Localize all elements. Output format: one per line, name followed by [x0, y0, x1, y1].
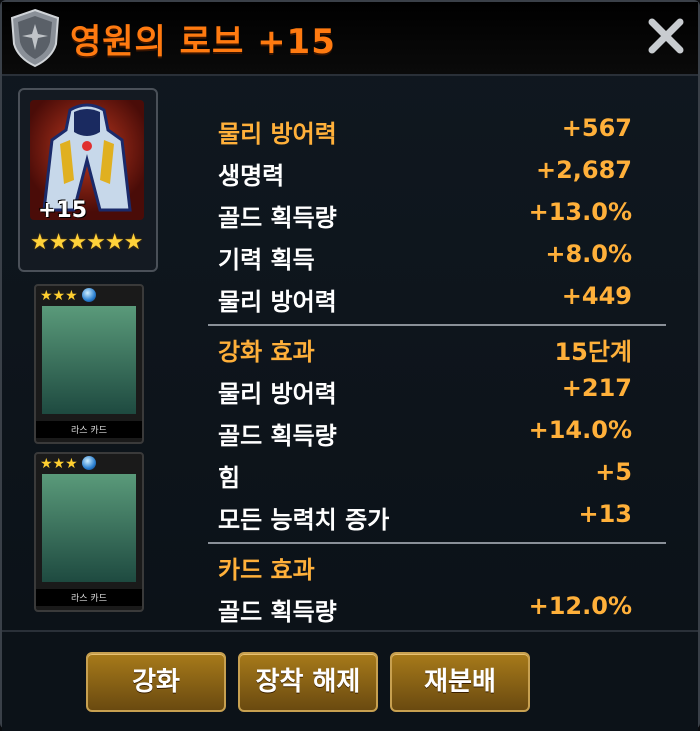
stat-value: +217: [561, 374, 632, 402]
stat-row: 골드 획득량 +13.0%: [218, 198, 632, 234]
redistribute-button[interactable]: 재분배: [390, 652, 530, 712]
stat-label: 모든 능력치 증가: [218, 506, 390, 534]
stat-row: 힘 +5: [218, 458, 632, 494]
button-bar: 강화 장착 해제 재분배: [2, 630, 698, 731]
card-label: 라스 카드: [36, 421, 142, 438]
stat-value: +2,687: [535, 156, 632, 184]
stat-label: 물리 방어력: [218, 380, 337, 408]
enhance-button[interactable]: 강화: [86, 652, 226, 712]
stat-label: 강화 효과: [218, 338, 315, 366]
stat-value: +12.0%: [528, 592, 632, 620]
stat-label: 골드 획득량: [218, 422, 337, 450]
stat-row: 골드 획득량 +14.0%: [218, 416, 632, 452]
stat-row: 생명력 +2,687: [218, 156, 632, 192]
stat-value: +567: [561, 114, 632, 142]
card-label: 라스 카드: [36, 589, 142, 606]
stat-label: 골드 획득량: [218, 598, 337, 626]
stat-label: 물리 방어력: [218, 288, 337, 316]
stat-label: 카드 효과: [218, 556, 315, 584]
unequip-button[interactable]: 장착 해제: [238, 652, 378, 712]
stat-section-header: 카드 효과: [218, 550, 632, 586]
stat-value: +5: [595, 458, 632, 486]
stat-row: 모든 능력치 증가 +13: [218, 500, 632, 536]
stat-label: 기력 획득: [218, 246, 315, 274]
gem-icon: [82, 288, 96, 302]
stat-row: 골드 획득량 +12.0%: [218, 592, 632, 626]
card-slot-2[interactable]: ★★★ 라스 카드: [34, 452, 144, 612]
stat-section-header: 물리 방어력 +567: [218, 114, 632, 150]
stat-value: +8.0%: [545, 240, 632, 268]
item-title: 영원의 로브 +15: [70, 22, 336, 62]
card-star-rating: ★★★: [40, 456, 78, 472]
shield-icon: [10, 8, 60, 68]
item-star-rating: ★★★★★★: [30, 230, 143, 255]
card-art: [42, 306, 136, 414]
stat-value: +13: [578, 500, 632, 528]
divider: [208, 324, 666, 326]
gem-icon: [82, 456, 96, 470]
stat-row: 물리 방어력 +449: [218, 282, 632, 318]
item-portrait: +15 ★★★★★★: [18, 88, 158, 272]
stat-list: 물리 방어력 +567 생명력 +2,687 골드 획득량 +13.0% 기력 획득 +8.0…: [218, 114, 632, 626]
card-art: [42, 474, 136, 582]
card-star-rating: ★★★: [40, 288, 78, 304]
title-bar: 영원의 로브 +15: [2, 2, 698, 76]
stat-value: +449: [561, 282, 632, 310]
enhance-level: +15: [38, 198, 88, 223]
stat-value: +13.0%: [528, 198, 632, 226]
stat-row: 기력 획득 +8.0%: [218, 240, 632, 276]
stat-value: 15단계: [554, 338, 632, 366]
stat-label: 골드 획득량: [218, 204, 337, 232]
divider: [208, 542, 666, 544]
close-icon[interactable]: [646, 16, 686, 56]
stat-value: +14.0%: [528, 416, 632, 444]
stat-label: 생명력: [218, 162, 285, 190]
stat-label: 물리 방어력: [218, 120, 337, 148]
item-detail-window: 영원의 로브 +15 +15 ★★★★★★ ★★★ 라스 카드 ★★★ 라스 카…: [0, 0, 700, 731]
stat-label: 힘: [218, 464, 241, 492]
stat-row: 물리 방어력 +217: [218, 374, 632, 410]
card-slot-1[interactable]: ★★★ 라스 카드: [34, 284, 144, 444]
stat-section-header: 강화 효과 15단계: [218, 332, 632, 368]
